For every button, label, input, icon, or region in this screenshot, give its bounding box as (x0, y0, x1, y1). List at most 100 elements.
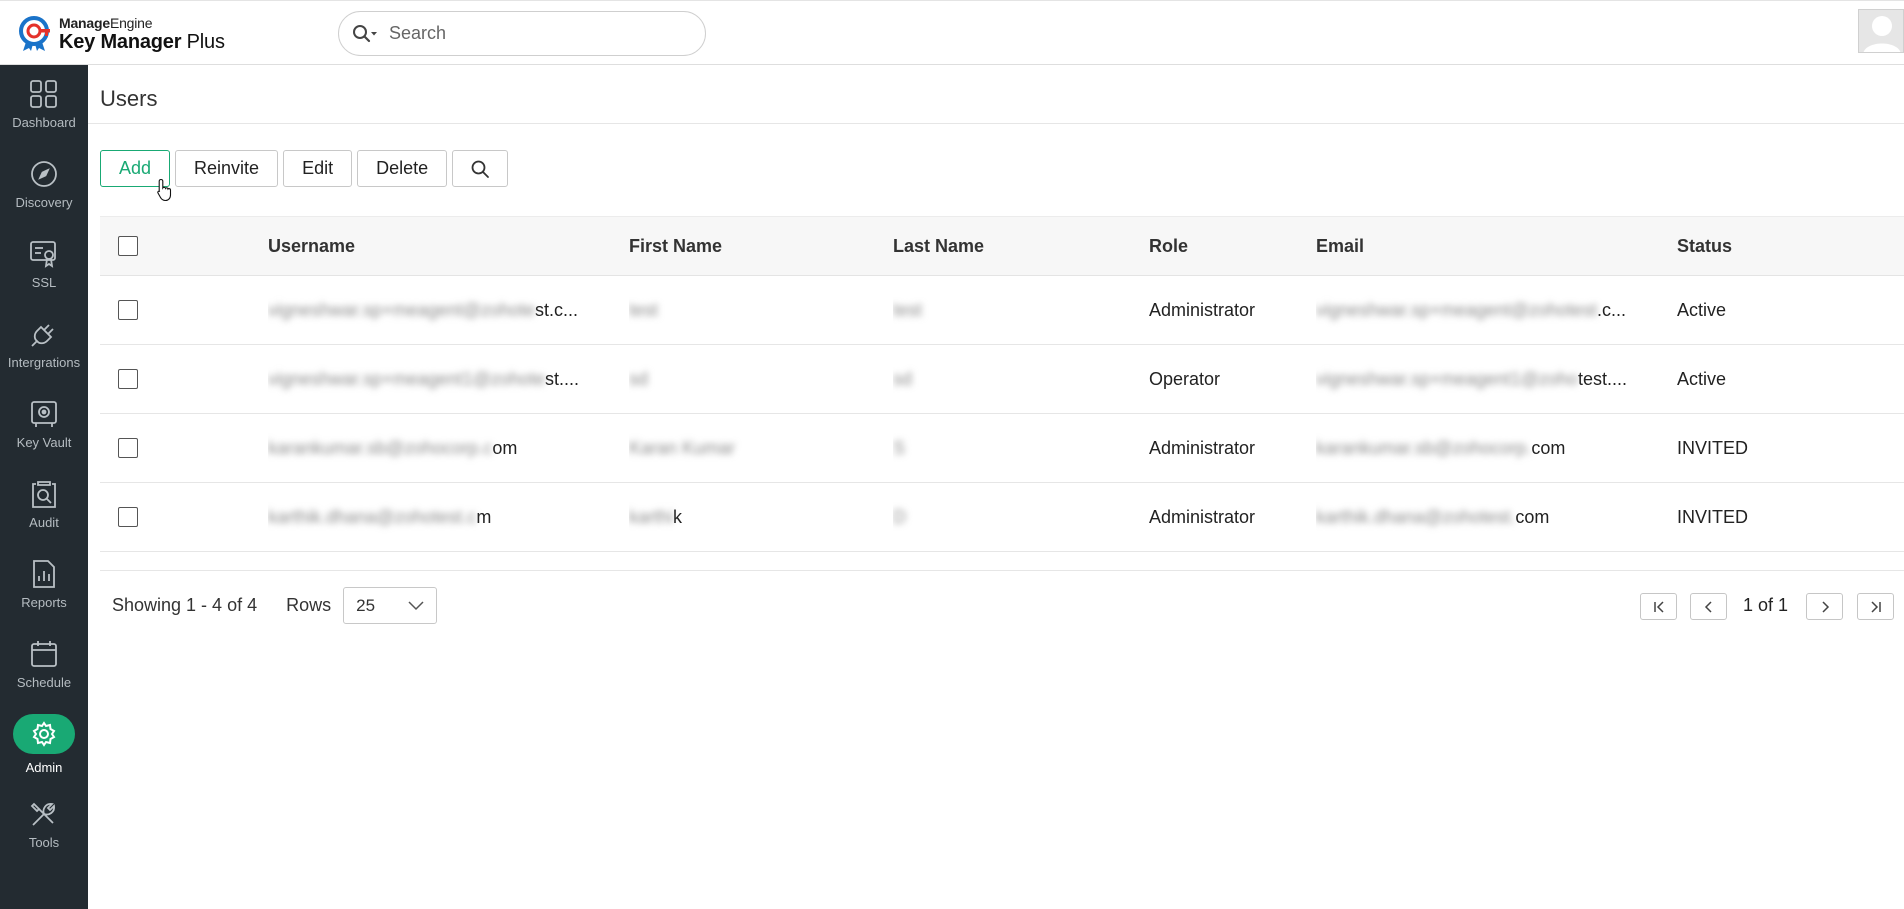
sidebar-item-admin[interactable]: Admin (0, 714, 88, 794)
select-all-checkbox[interactable] (118, 236, 138, 256)
table-header: Username First Name Last Name Role Email… (100, 216, 1904, 276)
brand-logo[interactable]: ManageEngine Key Manager Plus (17, 15, 225, 53)
email-cell: karankumar.sb@zohocorp. com (1316, 437, 1566, 458)
dashboard-icon (30, 80, 57, 108)
rows-label: Rows (286, 595, 332, 615)
search-icon[interactable] (352, 24, 386, 44)
role-cell: Operator (1149, 368, 1221, 389)
sidebar-item-label: Dashboard (12, 115, 76, 130)
page-title: Users (100, 86, 158, 111)
sidebar-item-schedule[interactable]: Schedule (0, 639, 88, 719)
certificate-icon (30, 241, 56, 268)
column-header-email[interactable]: Email (1316, 217, 1656, 275)
sidebar-item-key-vault[interactable]: Key Vault (0, 399, 88, 479)
brand-product: Key Manager Plus (59, 31, 225, 53)
email-cell: karthik.dhana@zohotest. com (1316, 506, 1550, 527)
sidebar-item-audit[interactable]: Audit (0, 479, 88, 559)
last-name-cell: sd (893, 368, 913, 389)
table-row[interactable]: vigneshwar.sp+meagent@zohote st.c... test… (100, 276, 1904, 345)
user-avatar-icon (1859, 10, 1903, 52)
tools-icon (30, 802, 55, 826)
chevron-left-icon (1704, 600, 1712, 613)
brand-company: ManageEngine (59, 15, 153, 31)
gear-icon (32, 721, 56, 747)
status-cell: INVITED (1677, 506, 1749, 527)
global-search[interactable] (338, 11, 706, 56)
delete-button[interactable]: Delete (357, 150, 448, 187)
sidebar-item-label: Intergrations (7, 355, 81, 370)
compass-icon (31, 161, 57, 187)
row-checkbox[interactable] (118, 369, 138, 389)
sidebar-item-discovery[interactable]: Discovery (0, 159, 88, 239)
search-icon (471, 160, 490, 178)
sidebar-item-tools[interactable]: Tools (0, 799, 88, 879)
reports-icon (33, 560, 55, 588)
reinvite-button[interactable]: Reinvite (175, 150, 279, 187)
last-page-icon (1870, 600, 1881, 613)
role-cell: Administrator (1149, 437, 1256, 458)
column-header-role[interactable]: Role (1149, 217, 1309, 275)
username-cell: vigneshwar.sp+meagent1@zohote st.... (268, 368, 579, 389)
status-cell: Active (1677, 368, 1727, 389)
row-checkbox[interactable] (118, 300, 138, 320)
first-page-button[interactable] (1640, 593, 1677, 620)
column-header-username[interactable]: Username (268, 217, 598, 275)
first-name-cell: karthi k (629, 506, 683, 527)
key-manager-logo-icon (19, 16, 50, 51)
row-checkbox[interactable] (118, 438, 138, 458)
avatar[interactable] (1858, 9, 1904, 53)
row-checkbox[interactable] (118, 507, 138, 527)
sidebar-item-integrations[interactable]: Intergrations (0, 319, 88, 399)
sidebar-item-dashboard[interactable]: Dashboard (0, 79, 88, 159)
sidebar-item-label: Key Vault (16, 435, 72, 450)
email-cell: vigneshwar.sp+meagent1@zoho test.... (1316, 368, 1627, 389)
rows-per-page-value: 25 (356, 595, 376, 615)
sidebar: Dashboard Discovery SSL Intergrations Ke… (0, 65, 88, 909)
active-indicator (13, 714, 75, 754)
status-cell: Active (1677, 299, 1727, 320)
showing-count: Showing 1 - 4 of 4 (112, 595, 258, 615)
plug-icon (31, 324, 54, 347)
sidebar-item-reports[interactable]: Reports (0, 559, 88, 639)
edit-button[interactable]: Edit (283, 150, 353, 187)
sidebar-item-ssl[interactable]: SSL (0, 239, 88, 319)
search-input[interactable] (389, 23, 689, 44)
first-page-icon (1653, 600, 1664, 613)
table-row[interactable]: karankumar.sb@zohocorp.c om Karan Kumar S… (100, 414, 1904, 483)
column-header-last-name[interactable]: Last Name (893, 217, 1093, 275)
previous-page-button[interactable] (1690, 593, 1727, 620)
table-row[interactable]: vigneshwar.sp+meagent1@zohote st.... sd s… (100, 345, 1904, 414)
first-name-cell: Karan Kumar (629, 437, 736, 458)
last-name-cell: S (893, 437, 906, 458)
chevron-right-icon (1821, 600, 1829, 613)
last-page-button[interactable] (1857, 593, 1894, 620)
table-row[interactable]: karthik.dhana@zohotest.c m karthi k D Admi… (100, 483, 1904, 552)
role-cell: Administrator (1149, 299, 1256, 320)
username-cell: karankumar.sb@zohocorp.c om (268, 437, 518, 458)
sidebar-item-label: Admin (25, 760, 63, 775)
column-header-status[interactable]: Status (1677, 217, 1837, 275)
users-table: Username First Name Last Name Role Email… (100, 216, 1904, 552)
divider (88, 123, 1904, 124)
rows-per-page-select[interactable]: 25 (343, 587, 438, 624)
sidebar-item-label: Tools (28, 835, 60, 850)
role-cell: Administrator (1149, 506, 1256, 527)
next-page-button[interactable] (1806, 593, 1843, 620)
table-search-button[interactable] (452, 150, 509, 187)
username-cell: vigneshwar.sp+meagent@zohote st.c... (268, 299, 578, 320)
column-header-first-name[interactable]: First Name (629, 217, 829, 275)
sidebar-item-label: Schedule (16, 675, 72, 690)
sidebar-item-label: SSL (31, 275, 57, 290)
sidebar-item-label: Audit (29, 515, 59, 530)
sidebar-item-label: Discovery (15, 195, 73, 210)
chevron-down-icon (408, 600, 424, 610)
username-cell: karthik.dhana@zohotest.c m (268, 506, 492, 527)
first-name-cell: sd (629, 368, 649, 389)
sidebar-item-label: Reports (21, 595, 67, 610)
first-name-cell: test (629, 299, 659, 320)
status-cell: INVITED (1677, 437, 1749, 458)
top-bar: ManageEngine Key Manager Plus (0, 0, 1904, 65)
hand-cursor-icon (157, 178, 172, 202)
audit-icon (32, 481, 56, 508)
vault-icon (31, 401, 57, 427)
